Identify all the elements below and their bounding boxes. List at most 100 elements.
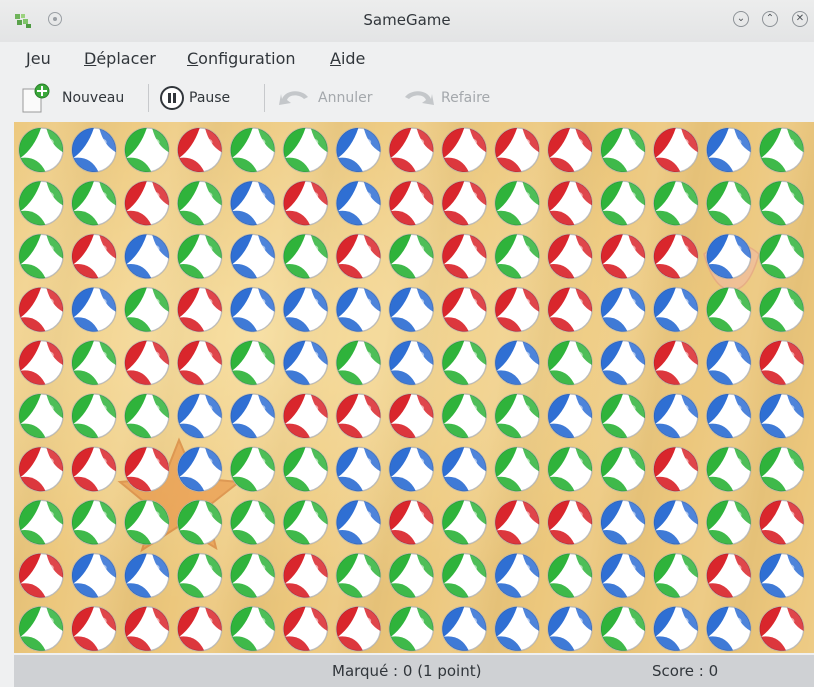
green-ball[interactable]	[71, 499, 117, 546]
blue-ball[interactable]	[705, 606, 752, 652]
red-ball[interactable]	[600, 233, 646, 280]
blue-ball[interactable]	[388, 446, 435, 492]
green-ball[interactable]	[282, 127, 329, 173]
green-ball[interactable]	[388, 606, 435, 652]
red-ball[interactable]	[176, 286, 223, 333]
green-ball[interactable]	[124, 499, 170, 546]
red-ball[interactable]	[441, 127, 487, 173]
redo-button[interactable]: Refaire	[399, 82, 490, 114]
green-ball[interactable]	[494, 180, 540, 226]
red-ball[interactable]	[547, 233, 593, 280]
blue-ball[interactable]	[229, 233, 276, 280]
green-ball[interactable]	[388, 552, 435, 599]
red-ball[interactable]	[758, 499, 805, 546]
green-ball[interactable]	[229, 606, 276, 652]
blue-ball[interactable]	[494, 340, 540, 386]
green-ball[interactable]	[176, 233, 223, 280]
green-ball[interactable]	[282, 446, 329, 492]
red-ball[interactable]	[282, 606, 329, 652]
red-ball[interactable]	[441, 286, 487, 333]
green-ball[interactable]	[124, 393, 170, 439]
green-ball[interactable]	[441, 499, 487, 546]
red-ball[interactable]	[653, 233, 699, 280]
blue-ball[interactable]	[705, 233, 752, 280]
red-ball[interactable]	[282, 180, 329, 226]
blue-ball[interactable]	[441, 446, 487, 492]
blue-ball[interactable]	[705, 340, 752, 386]
green-ball[interactable]	[494, 446, 540, 492]
blue-ball[interactable]	[229, 393, 276, 439]
red-ball[interactable]	[282, 393, 329, 439]
blue-ball[interactable]	[335, 446, 382, 492]
red-ball[interactable]	[758, 606, 805, 652]
red-ball[interactable]	[335, 393, 382, 439]
red-ball[interactable]	[653, 446, 699, 492]
blue-ball[interactable]	[335, 127, 382, 173]
game-board[interactable]	[14, 122, 814, 653]
blue-ball[interactable]	[176, 446, 223, 492]
red-ball[interactable]	[388, 180, 435, 226]
green-ball[interactable]	[335, 552, 382, 599]
menu-jeu[interactable]: Jeu	[26, 49, 51, 68]
blue-ball[interactable]	[494, 606, 540, 652]
green-ball[interactable]	[441, 393, 487, 439]
blue-ball[interactable]	[441, 606, 487, 652]
red-ball[interactable]	[547, 180, 593, 226]
green-ball[interactable]	[282, 233, 329, 280]
undo-button[interactable]: Annuler	[276, 82, 372, 114]
green-ball[interactable]	[547, 552, 593, 599]
green-ball[interactable]	[758, 180, 805, 226]
blue-ball[interactable]	[71, 127, 117, 173]
green-ball[interactable]	[229, 127, 276, 173]
green-ball[interactable]	[653, 552, 699, 599]
green-ball[interactable]	[600, 127, 646, 173]
red-ball[interactable]	[18, 446, 64, 492]
blue-ball[interactable]	[388, 340, 435, 386]
green-ball[interactable]	[18, 180, 64, 226]
green-ball[interactable]	[229, 340, 276, 386]
green-ball[interactable]	[229, 499, 276, 546]
blue-ball[interactable]	[705, 127, 752, 173]
red-ball[interactable]	[705, 552, 752, 599]
blue-ball[interactable]	[282, 286, 329, 333]
red-ball[interactable]	[282, 552, 329, 599]
green-ball[interactable]	[600, 393, 646, 439]
blue-ball[interactable]	[600, 340, 646, 386]
red-ball[interactable]	[18, 286, 64, 333]
red-ball[interactable]	[124, 340, 170, 386]
red-ball[interactable]	[18, 340, 64, 386]
green-ball[interactable]	[758, 286, 805, 333]
blue-ball[interactable]	[547, 606, 593, 652]
green-ball[interactable]	[124, 286, 170, 333]
red-ball[interactable]	[124, 180, 170, 226]
red-ball[interactable]	[124, 446, 170, 492]
blue-ball[interactable]	[71, 552, 117, 599]
red-ball[interactable]	[441, 233, 487, 280]
red-ball[interactable]	[494, 127, 540, 173]
red-ball[interactable]	[547, 286, 593, 333]
blue-ball[interactable]	[653, 499, 699, 546]
blue-ball[interactable]	[176, 393, 223, 439]
green-ball[interactable]	[600, 446, 646, 492]
blue-ball[interactable]	[600, 286, 646, 333]
blue-ball[interactable]	[335, 180, 382, 226]
green-ball[interactable]	[758, 446, 805, 492]
blue-ball[interactable]	[71, 286, 117, 333]
blue-ball[interactable]	[388, 286, 435, 333]
close-button[interactable]: ✕	[792, 11, 808, 27]
green-ball[interactable]	[18, 499, 64, 546]
blue-ball[interactable]	[758, 552, 805, 599]
red-ball[interactable]	[335, 606, 382, 652]
green-ball[interactable]	[18, 127, 64, 173]
green-ball[interactable]	[282, 499, 329, 546]
blue-ball[interactable]	[335, 286, 382, 333]
red-ball[interactable]	[18, 552, 64, 599]
blue-ball[interactable]	[124, 552, 170, 599]
green-ball[interactable]	[547, 446, 593, 492]
red-ball[interactable]	[388, 499, 435, 546]
red-ball[interactable]	[124, 606, 170, 652]
minimize-button[interactable]: ⌄	[733, 11, 749, 27]
red-ball[interactable]	[547, 499, 593, 546]
blue-ball[interactable]	[335, 499, 382, 546]
red-ball[interactable]	[176, 127, 223, 173]
